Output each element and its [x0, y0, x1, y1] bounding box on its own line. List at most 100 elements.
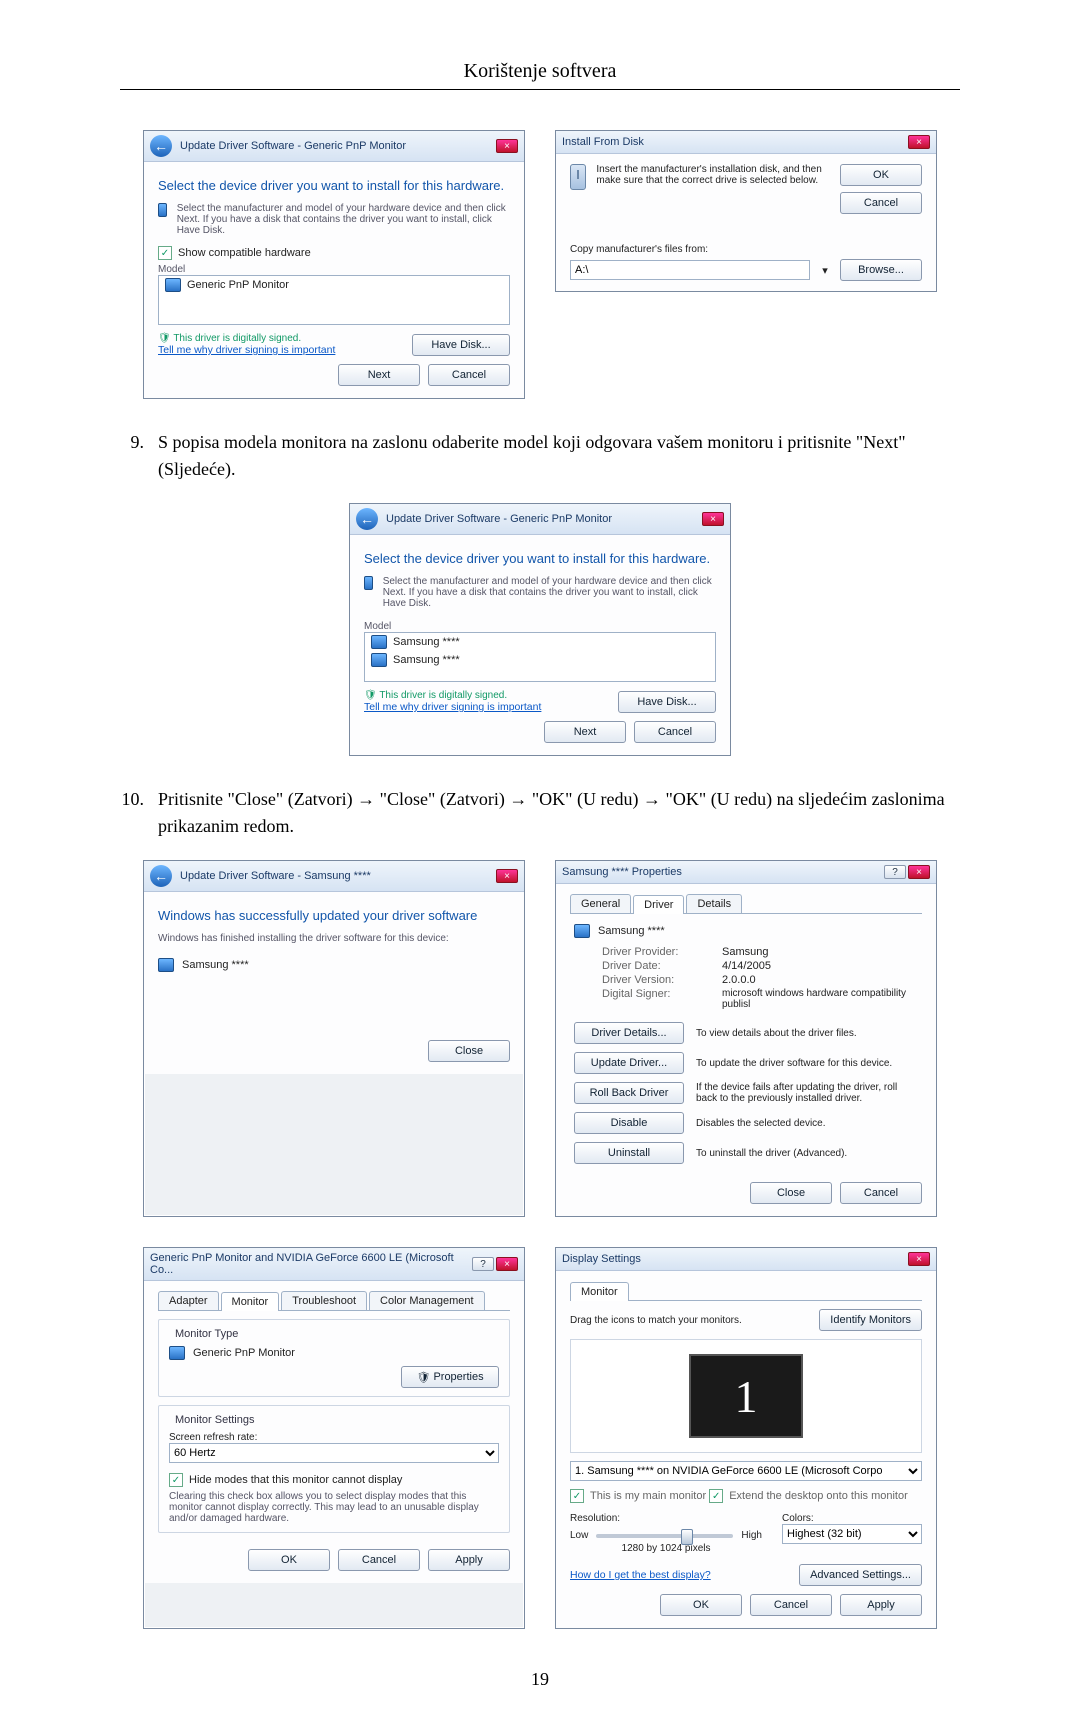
monitor-settings-legend: Monitor Settings — [171, 1414, 258, 1426]
back-icon[interactable]: ← — [356, 508, 378, 530]
dialog-title: Update Driver Software - Samsung **** — [180, 870, 371, 882]
help-icon[interactable]: ? — [884, 865, 906, 879]
model-item[interactable]: Samsung **** — [393, 654, 460, 666]
rollback-button[interactable]: Roll Back Driver — [574, 1082, 684, 1104]
signed-text: This driver is digitally signed. — [173, 333, 301, 344]
close-icon[interactable]: × — [702, 512, 724, 526]
browse-button[interactable]: Browse... — [840, 259, 922, 281]
cancel-button[interactable]: Cancel — [338, 1549, 420, 1571]
ok-button[interactable]: OK — [660, 1594, 742, 1616]
signing-info-link[interactable]: Tell me why driver signing is important — [364, 701, 541, 713]
shield-icon: 🛡 — [416, 1371, 430, 1384]
checkbox-label: Show compatible hardware — [178, 247, 311, 259]
cancel-button[interactable]: Cancel — [750, 1594, 832, 1616]
driver-properties-dialog: Samsung **** Properties ?× General Drive… — [555, 860, 937, 1217]
driver-details-button[interactable]: Driver Details... — [574, 1022, 684, 1044]
back-icon[interactable]: ← — [150, 135, 172, 157]
slider-high: High — [741, 1530, 762, 1541]
checkbox-hide-modes[interactable]: ✓ — [169, 1473, 183, 1487]
model-list[interactable]: Generic PnP Monitor — [158, 275, 510, 325]
cancel-button[interactable]: Cancel — [840, 1182, 922, 1204]
close-icon[interactable]: × — [908, 135, 930, 149]
model-heading: Model — [158, 264, 510, 275]
hide-modes-label: Hide modes that this monitor cannot disp… — [189, 1474, 402, 1486]
monitor-icon — [158, 958, 174, 972]
apply-button[interactable]: Apply — [428, 1549, 510, 1571]
checkbox-show-compatible[interactable]: ✓ — [158, 246, 172, 260]
cancel-button[interactable]: Cancel — [634, 721, 716, 743]
close-icon[interactable]: × — [908, 865, 930, 879]
uninstall-desc: To uninstall the driver (Advanced). — [696, 1148, 918, 1159]
update-driver-button[interactable]: Update Driver... — [574, 1052, 684, 1074]
next-button[interactable]: Next — [544, 721, 626, 743]
tab-troubleshoot[interactable]: Troubleshoot — [281, 1291, 367, 1310]
cancel-button[interactable]: Cancel — [428, 364, 510, 386]
colors-select[interactable]: Highest (32 bit) — [782, 1524, 922, 1544]
update-driver-dialog-2: ← Update Driver Software - Generic PnP M… — [349, 503, 731, 756]
resolution-slider[interactable] — [596, 1534, 733, 1538]
page-header: Korištenje softvera — [120, 60, 960, 83]
monitor-preview[interactable]: 1 — [689, 1354, 803, 1438]
tab-monitor[interactable]: Monitor — [221, 1292, 280, 1311]
have-disk-button[interactable]: Have Disk... — [412, 334, 510, 356]
tab-adapter[interactable]: Adapter — [158, 1291, 219, 1310]
provider-value: Samsung — [722, 946, 918, 958]
advanced-settings-button[interactable]: Advanced Settings... — [799, 1564, 922, 1586]
close-button[interactable]: Close — [750, 1182, 832, 1204]
help-icon[interactable]: ? — [472, 1257, 494, 1271]
shield-icon: 🛡 — [364, 690, 377, 701]
uninstall-button[interactable]: Uninstall — [574, 1142, 684, 1164]
monitor-icon — [158, 203, 167, 217]
apply-button[interactable]: Apply — [840, 1594, 922, 1616]
tab-driver[interactable]: Driver — [633, 895, 684, 914]
install-from-disk-dialog: Install From Disk × Insert the manufactu… — [555, 130, 937, 292]
dropdown-icon[interactable]: ▾ — [818, 264, 832, 277]
model-list[interactable]: Samsung **** Samsung **** — [364, 632, 716, 682]
dialog-title: Update Driver Software - Generic PnP Mon… — [386, 513, 612, 525]
next-button[interactable]: Next — [338, 364, 420, 386]
ok-button[interactable]: OK — [248, 1549, 330, 1571]
back-icon[interactable]: ← — [150, 865, 172, 887]
close-icon[interactable]: × — [496, 869, 518, 883]
dialog-title: Samsung **** Properties — [562, 866, 682, 878]
close-icon[interactable]: × — [496, 139, 518, 153]
close-icon[interactable]: × — [496, 1257, 518, 1271]
best-display-link[interactable]: How do I get the best display? — [570, 1569, 711, 1581]
tab-general[interactable]: General — [570, 894, 631, 913]
sub-text: Windows has finished installing the driv… — [158, 933, 510, 944]
page-number: 19 — [120, 1669, 960, 1690]
checkbox-main-monitor: ✓ — [570, 1489, 584, 1503]
refresh-select[interactable]: 60 Hertz — [169, 1443, 499, 1463]
path-input[interactable] — [570, 260, 810, 280]
slider-low: Low — [570, 1530, 588, 1541]
provider-label: Driver Provider: — [602, 946, 712, 958]
disable-button[interactable]: Disable — [574, 1112, 684, 1134]
step-text: Pritisnite "Close" (Zatvori) → "Close" (… — [158, 786, 960, 840]
tab-monitor[interactable]: Monitor — [570, 1282, 629, 1301]
close-button[interactable]: Close — [428, 1040, 510, 1062]
cancel-button[interactable]: Cancel — [840, 192, 922, 214]
dialog-heading: Select the device driver you want to ins… — [364, 551, 716, 566]
have-disk-button[interactable]: Have Disk... — [618, 691, 716, 713]
properties-button[interactable]: 🛡 Properties — [401, 1366, 499, 1388]
dialog-title: Install From Disk — [562, 136, 644, 148]
dialog-heading: Select the device driver you want to ins… — [158, 178, 510, 193]
tab-details[interactable]: Details — [686, 894, 742, 913]
version-label: Driver Version: — [602, 974, 712, 986]
disk-icon — [570, 164, 586, 190]
identify-monitors-button[interactable]: Identify Monitors — [819, 1309, 922, 1331]
model-item[interactable]: Generic PnP Monitor — [187, 279, 289, 291]
update-driver-desc: To update the driver software for this d… — [696, 1058, 918, 1069]
monitor-type-legend: Monitor Type — [171, 1328, 242, 1340]
signed-text: This driver is digitally signed. — [379, 690, 507, 701]
step-number: 9. — [120, 429, 144, 483]
signing-info-link[interactable]: Tell me why driver signing is important — [158, 344, 335, 356]
monitor-combo[interactable]: 1. Samsung **** on NVIDIA GeForce 6600 L… — [570, 1461, 922, 1481]
refresh-label: Screen refresh rate: — [169, 1432, 499, 1443]
version-value: 2.0.0.0 — [722, 974, 918, 986]
close-icon[interactable]: × — [908, 1252, 930, 1266]
tab-color-management[interactable]: Color Management — [369, 1291, 485, 1310]
model-item[interactable]: Samsung **** — [393, 636, 460, 648]
ok-button[interactable]: OK — [840, 164, 922, 186]
date-label: Driver Date: — [602, 960, 712, 972]
